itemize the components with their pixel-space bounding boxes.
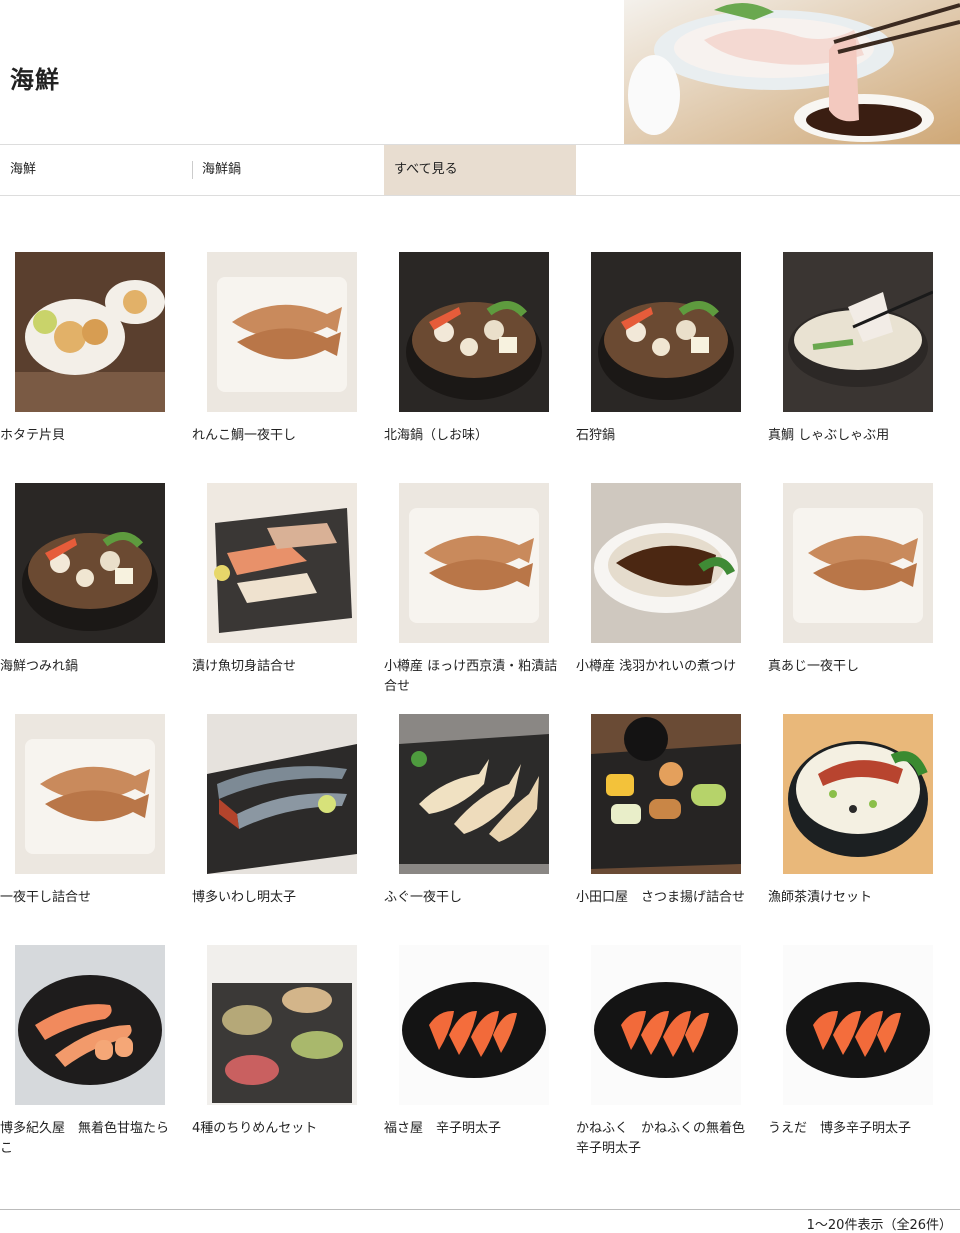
product-name[interactable]: 小田口屋 さつま揚げ詰合せ: [576, 888, 756, 908]
product-image[interactable]: [202, 710, 362, 878]
product-name[interactable]: 一夜干し詰合せ: [0, 888, 180, 908]
product-card[interactable]: 真あじ一夜干し: [768, 479, 960, 710]
product-image[interactable]: [778, 710, 938, 878]
product-image[interactable]: [778, 248, 938, 416]
product-name[interactable]: 漬け魚切身詰合せ: [192, 657, 372, 677]
product-card[interactable]: うえだ 博多辛子明太子: [768, 941, 960, 1172]
product-card[interactable]: 漬け魚切身詰合せ: [192, 479, 384, 710]
product-image[interactable]: [394, 248, 554, 416]
product-name[interactable]: れんこ鯛一夜干し: [192, 426, 372, 446]
product-image[interactable]: [202, 479, 362, 647]
product-row: 博多紀久屋 無着色甘塩たらこ 4種のちりめんセット 福さ屋 辛子明太子 かねふく かね…: [0, 941, 960, 1172]
product-name[interactable]: うえだ 博多辛子明太子: [768, 1119, 948, 1139]
product-name[interactable]: 漁師茶漬けセット: [768, 888, 948, 908]
product-name[interactable]: 博多紀久屋 無着色甘塩たらこ: [0, 1119, 180, 1159]
product-name[interactable]: 海鮮つみれ鍋: [0, 657, 180, 677]
product-card[interactable]: 小樽産 浅羽かれいの煮つけ: [576, 479, 768, 710]
product-image[interactable]: [586, 248, 746, 416]
product-image[interactable]: [10, 248, 170, 416]
product-card[interactable]: 博多紀久屋 無着色甘塩たらこ: [0, 941, 192, 1172]
product-image[interactable]: [586, 710, 746, 878]
product-grid: ホタテ片貝 れんこ鯛一夜干し 北海鍋（しお味） 石狩鍋 真鯛 しゃぶしゃぶ用海鮮つみれ鍋…: [0, 248, 960, 1172]
result-count: 1～20件表示（全26件）: [806, 1218, 952, 1233]
product-image[interactable]: [586, 941, 746, 1109]
product-name[interactable]: ふぐ一夜干し: [384, 888, 564, 908]
product-card[interactable]: ふぐ一夜干し: [384, 710, 576, 941]
product-card[interactable]: 博多いわし明太子: [192, 710, 384, 941]
product-image[interactable]: [394, 710, 554, 878]
product-name[interactable]: 福さ屋 辛子明太子: [384, 1119, 564, 1139]
category-tabs: 海鮮 海鮮鍋 すべて見る: [0, 145, 960, 196]
product-name[interactable]: かねふく かねふくの無着色辛子明太子: [576, 1119, 756, 1159]
product-card[interactable]: 海鮮つみれ鍋: [0, 479, 192, 710]
product-image[interactable]: [202, 941, 362, 1109]
hero-image: [624, 0, 960, 144]
product-image[interactable]: [778, 479, 938, 647]
product-card[interactable]: 4種のちりめんセット: [192, 941, 384, 1172]
product-card[interactable]: ホタテ片貝: [0, 248, 192, 479]
product-card[interactable]: 石狩鍋: [576, 248, 768, 479]
tab-view-all[interactable]: すべて見る: [384, 145, 576, 195]
product-card[interactable]: 小樽産 ほっけ西京漬・粕漬詰合せ: [384, 479, 576, 710]
page-header: 海鮮: [0, 0, 960, 145]
tab-seafood[interactable]: 海鮮: [0, 145, 192, 195]
product-name[interactable]: 4種のちりめんセット: [192, 1119, 372, 1139]
product-row: 海鮮つみれ鍋 漬け魚切身詰合せ 小樽産 ほっけ西京漬・粕漬詰合せ 小樽産 浅羽かれいの…: [0, 479, 960, 710]
product-card[interactable]: 一夜干し詰合せ: [0, 710, 192, 941]
product-image[interactable]: [202, 248, 362, 416]
product-image[interactable]: [586, 479, 746, 647]
product-card[interactable]: 小田口屋 さつま揚げ詰合せ: [576, 710, 768, 941]
product-card[interactable]: 北海鍋（しお味）: [384, 248, 576, 479]
product-card[interactable]: 真鯛 しゃぶしゃぶ用: [768, 248, 960, 479]
product-name[interactable]: 真鯛 しゃぶしゃぶ用: [768, 426, 948, 446]
product-image[interactable]: [778, 941, 938, 1109]
product-row: ホタテ片貝 れんこ鯛一夜干し 北海鍋（しお味） 石狩鍋 真鯛 しゃぶしゃぶ用: [0, 248, 960, 479]
product-name[interactable]: 北海鍋（しお味）: [384, 426, 564, 446]
page-title: 海鮮: [10, 66, 60, 94]
product-name[interactable]: 石狩鍋: [576, 426, 756, 446]
divider: [0, 1209, 960, 1210]
product-image[interactable]: [10, 941, 170, 1109]
product-name[interactable]: 真あじ一夜干し: [768, 657, 948, 677]
product-image[interactable]: [10, 710, 170, 878]
tab-seafood-hotpot[interactable]: 海鮮鍋: [192, 145, 384, 195]
product-name[interactable]: ホタテ片貝: [0, 426, 180, 446]
product-name[interactable]: 博多いわし明太子: [192, 888, 372, 908]
product-name[interactable]: 小樽産 浅羽かれいの煮つけ: [576, 657, 756, 677]
product-name[interactable]: 小樽産 ほっけ西京漬・粕漬詰合せ: [384, 657, 564, 697]
product-image[interactable]: [394, 479, 554, 647]
product-image[interactable]: [10, 479, 170, 647]
product-card[interactable]: 福さ屋 辛子明太子: [384, 941, 576, 1172]
product-card[interactable]: かねふく かねふくの無着色辛子明太子: [576, 941, 768, 1172]
product-row: 一夜干し詰合せ 博多いわし明太子 ふぐ一夜干し 小田口屋 さつま揚げ詰合せ 漁師茶漬けセ…: [0, 710, 960, 941]
product-card[interactable]: れんこ鯛一夜干し: [192, 248, 384, 479]
product-image[interactable]: [394, 941, 554, 1109]
product-card[interactable]: 漁師茶漬けセット: [768, 710, 960, 941]
